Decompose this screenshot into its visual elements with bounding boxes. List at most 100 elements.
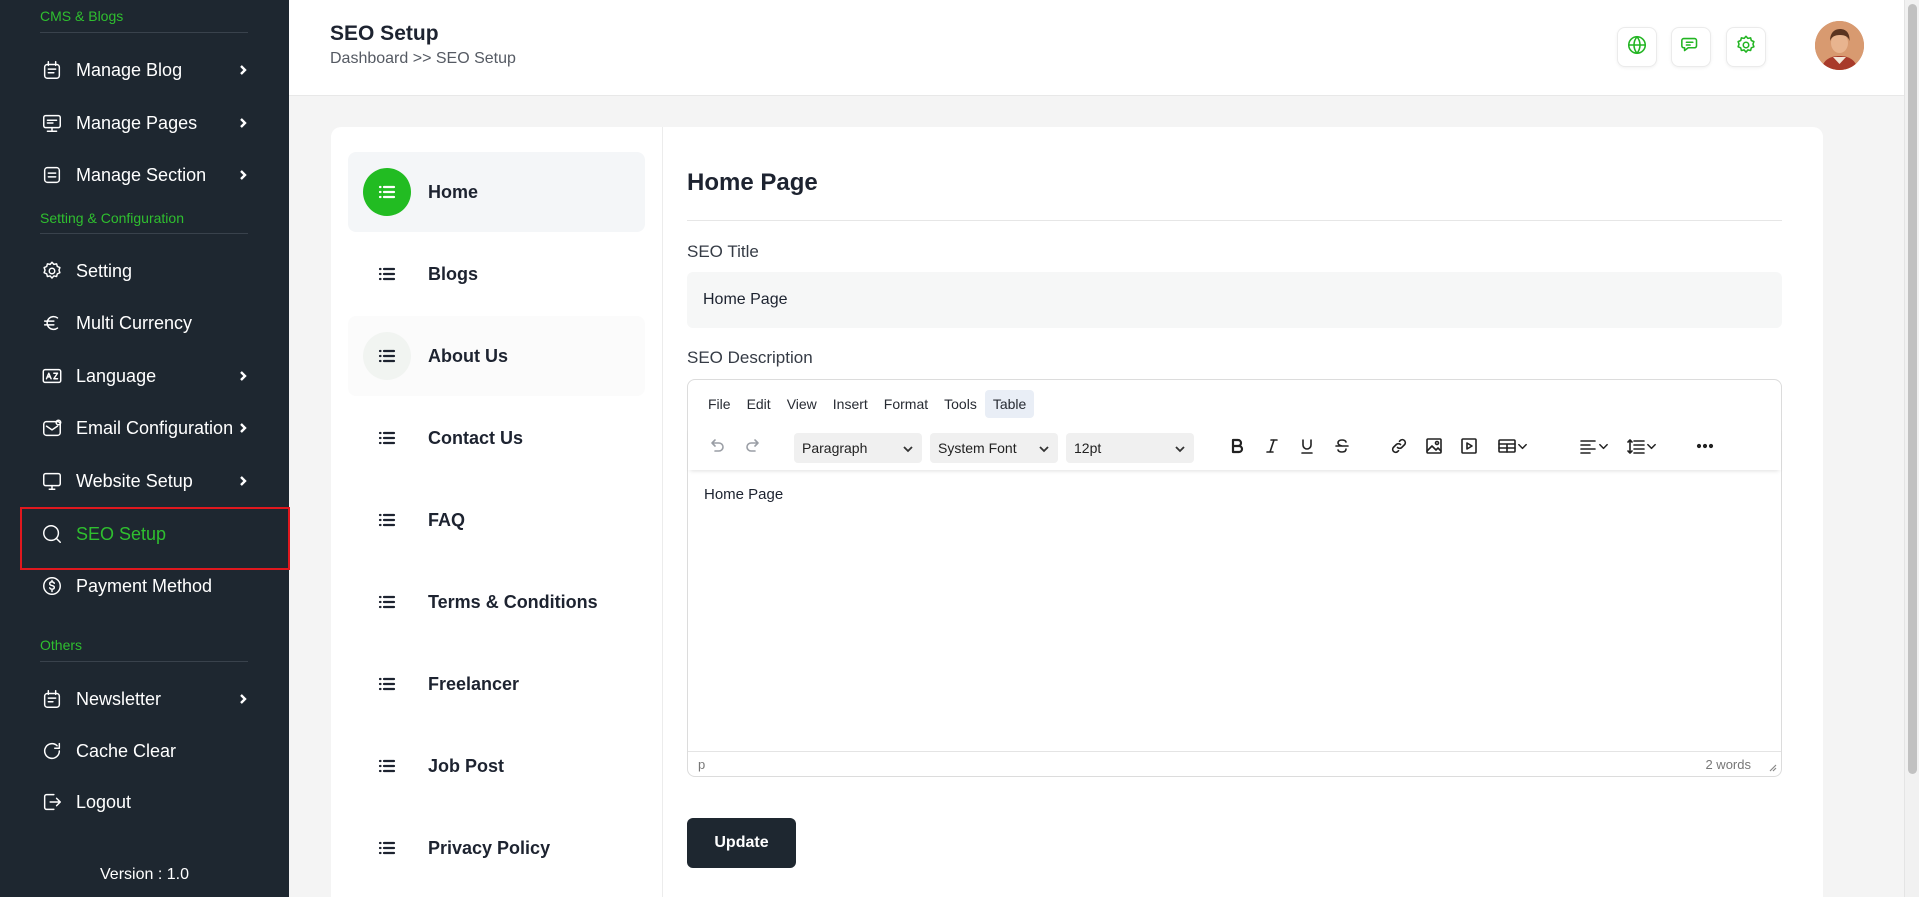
underline-icon (1297, 436, 1317, 461)
tab-privacy-policy[interactable]: Privacy Policy (348, 808, 645, 888)
strikethrough-button[interactable] (1329, 432, 1355, 464)
tab-job-post[interactable]: Job Post (348, 726, 645, 806)
bold-button[interactable] (1224, 432, 1250, 464)
sidebar-item-label: Logout (76, 791, 132, 812)
italic-button[interactable] (1259, 432, 1285, 464)
sidebar-item-cache-clear[interactable]: Cache Clear (40, 731, 250, 771)
sidebar-item-label: Newsletter (76, 688, 162, 709)
sidebar: CMS & Blogs Manage Blog Manage Pages Man… (0, 0, 290, 897)
align-button[interactable] (1572, 432, 1614, 464)
section-label-others: Others (40, 637, 83, 653)
tab-label: Privacy Policy (428, 837, 551, 858)
tab-label: FAQ (428, 509, 466, 530)
media-icon (1459, 436, 1479, 461)
sidebar-item-label: Manage Blog (76, 59, 183, 80)
line-height-button[interactable] (1620, 432, 1662, 464)
sidebar-item-multi-currency[interactable]: Multi Currency (40, 303, 250, 343)
block-format-select[interactable]: Paragraph (794, 433, 922, 463)
chevron-right-icon (236, 421, 250, 435)
image-button[interactable] (1421, 432, 1447, 464)
scrollbar-thumb[interactable] (1908, 4, 1917, 774)
refresh-icon (40, 739, 64, 763)
resize-handle-icon[interactable] (1767, 760, 1777, 772)
undo-button[interactable] (704, 432, 730, 464)
sidebar-item-label: Setting (76, 260, 133, 281)
tab-freelancer[interactable]: Freelancer (348, 644, 645, 724)
seo-title-input[interactable] (687, 272, 1782, 328)
list-icon (363, 660, 411, 708)
chevron-down-icon (1598, 439, 1609, 457)
sidebar-item-payment-method[interactable]: Payment Method (40, 566, 250, 606)
sidebar-item-website-setup[interactable]: Website Setup (40, 461, 250, 501)
element-path[interactable]: p (698, 757, 705, 772)
tab-label: Job Post (428, 755, 505, 776)
chevron-right-icon (236, 369, 250, 383)
tab-label: About Us (428, 345, 508, 366)
redo-button[interactable] (740, 432, 766, 464)
update-button[interactable]: Update (687, 818, 796, 868)
editor-content[interactable]: Home Page (704, 486, 783, 503)
list-icon (363, 578, 411, 626)
table-button[interactable] (1491, 432, 1533, 464)
font-family-select[interactable]: System Font (930, 433, 1058, 463)
section-icon (40, 163, 64, 187)
logout-icon (40, 790, 64, 814)
sidebar-item-newsletter[interactable]: Newsletter (40, 679, 250, 719)
tab-home[interactable]: Home (348, 152, 645, 232)
avatar[interactable] (1815, 21, 1864, 70)
chevron-down-icon (1517, 439, 1528, 457)
menu-format[interactable]: Format (876, 390, 936, 418)
chevron-right-icon (236, 692, 250, 706)
tab-label: Freelancer (428, 673, 520, 694)
list-icon (363, 414, 411, 462)
sidebar-item-email-configuration[interactable]: Email Configuration (40, 408, 250, 448)
page-scrollbar[interactable] (1904, 0, 1919, 897)
sidebar-item-manage-blog[interactable]: Manage Blog (40, 50, 250, 90)
sidebar-item-logout[interactable]: Logout (40, 782, 250, 822)
sidebar-item-manage-pages[interactable]: Manage Pages (40, 103, 250, 143)
list-icon (363, 496, 411, 544)
seo-description-label: SEO Description (687, 348, 813, 367)
font-family-value: System Font (938, 440, 1017, 456)
chevron-right-icon (236, 474, 250, 488)
page-tabs: Home Blogs About Us Contact Us FAQ Terms… (331, 127, 663, 897)
gear-icon (40, 259, 64, 283)
sidebar-item-language[interactable]: Language (40, 356, 250, 396)
more-button[interactable] (1690, 432, 1720, 464)
tab-about-us[interactable]: About Us (348, 316, 645, 396)
language-button[interactable] (1617, 27, 1657, 67)
word-count: 2 words (1705, 757, 1751, 772)
breadcrumb: Dashboard >> SEO Setup (330, 50, 516, 67)
font-size-select[interactable]: 12pt (1066, 433, 1194, 463)
editor-toolbar: Paragraph System Font 12pt (688, 426, 1781, 470)
menu-view[interactable]: View (779, 390, 825, 418)
menu-file[interactable]: File (700, 390, 739, 418)
sidebar-item-label: SEO Setup (76, 523, 167, 544)
tab-faq[interactable]: FAQ (348, 480, 645, 560)
settings-button[interactable] (1726, 27, 1766, 67)
menu-table[interactable]: Table (984, 390, 1035, 418)
tab-blogs[interactable]: Blogs (348, 234, 645, 314)
sidebar-item-manage-section[interactable]: Manage Section (40, 155, 250, 195)
media-button[interactable] (1456, 432, 1482, 464)
messages-button[interactable] (1671, 27, 1711, 67)
sidebar-item-setting[interactable]: Setting (40, 251, 250, 291)
underline-button[interactable] (1294, 432, 1320, 464)
link-button[interactable] (1386, 432, 1412, 464)
tab-contact-us[interactable]: Contact Us (348, 398, 645, 478)
menu-edit[interactable]: Edit (739, 390, 779, 418)
chevron-right-icon (236, 168, 250, 182)
tab-terms-conditions[interactable]: Terms & Conditions (348, 562, 645, 642)
chevron-down-icon (1174, 442, 1186, 454)
dollar-icon (40, 574, 64, 598)
section-label-setting: Setting & Configuration (40, 210, 184, 226)
menu-tools[interactable]: Tools (936, 390, 985, 418)
link-icon (1389, 436, 1409, 461)
globe-icon (1626, 34, 1648, 61)
sidebar-item-seo-setup[interactable]: SEO Setup (40, 514, 250, 554)
menu-insert[interactable]: Insert (825, 390, 876, 418)
chevron-right-icon (236, 63, 250, 77)
divider (687, 220, 1782, 221)
font-size-value: 12pt (1074, 440, 1102, 456)
divider (40, 233, 248, 234)
